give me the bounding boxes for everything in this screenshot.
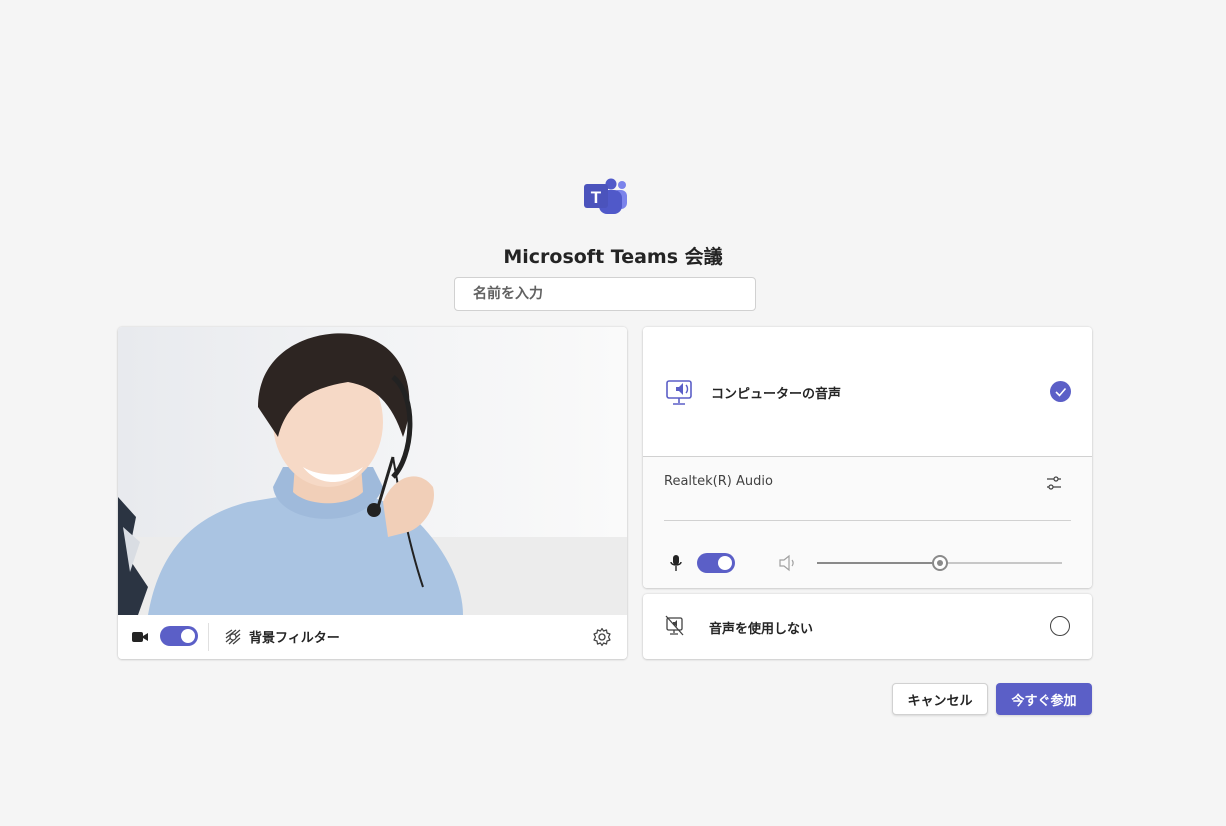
toggle-knob — [718, 556, 732, 570]
microphone-toggle[interactable] — [697, 553, 735, 573]
teams-logo-icon: T — [584, 178, 627, 214]
video-preview-card: 背景フィルター — [118, 327, 627, 659]
speaker-icon — [779, 554, 794, 572]
meeting-title: Microsoft Teams 会議 — [503, 246, 723, 268]
video-controls-bar: 背景フィルター — [118, 615, 627, 659]
cancel-button[interactable]: キャンセル — [892, 683, 988, 715]
divider — [208, 623, 209, 651]
audio-device-name[interactable]: Realtek(R) Audio — [664, 474, 773, 489]
camera-toggle[interactable] — [160, 626, 198, 646]
microphone-icon — [670, 555, 682, 571]
no-audio-radio[interactable] — [1050, 616, 1070, 636]
check-icon — [1055, 387, 1067, 397]
computer-audio-label: コンピューターの音声 — [711, 387, 842, 402]
audio-options-card: コンピューターの音声 Realtek(R) Audio — [643, 327, 1092, 588]
toggle-knob — [181, 629, 195, 643]
computer-audio-icon — [666, 380, 692, 405]
svg-text:T: T — [591, 188, 602, 207]
slider-thumb[interactable] — [931, 555, 948, 571]
no-audio-label: 音声を使用しない — [709, 622, 814, 637]
selected-check — [1050, 381, 1071, 402]
background-filter-label[interactable]: 背景フィルター — [249, 627, 340, 646]
background-filter-icon[interactable] — [224, 628, 242, 646]
device-settings-icon[interactable] — [1044, 473, 1064, 493]
no-audio-icon — [665, 615, 684, 636]
no-audio-option[interactable]: 音声を使用しない — [643, 594, 1092, 659]
speaker-volume-slider[interactable] — [817, 555, 1062, 571]
camera-icon — [132, 632, 148, 642]
computer-audio-option[interactable]: コンピューターの音声 — [643, 327, 1092, 457]
audio-device-settings: Realtek(R) Audio — [643, 457, 1092, 588]
name-input[interactable] — [454, 277, 756, 311]
join-now-button[interactable]: 今すぐ参加 — [996, 683, 1092, 715]
slider-fill — [817, 562, 940, 564]
settings-gear-icon[interactable] — [592, 627, 612, 647]
camera-preview-image — [118, 327, 627, 615]
divider — [664, 520, 1071, 521]
